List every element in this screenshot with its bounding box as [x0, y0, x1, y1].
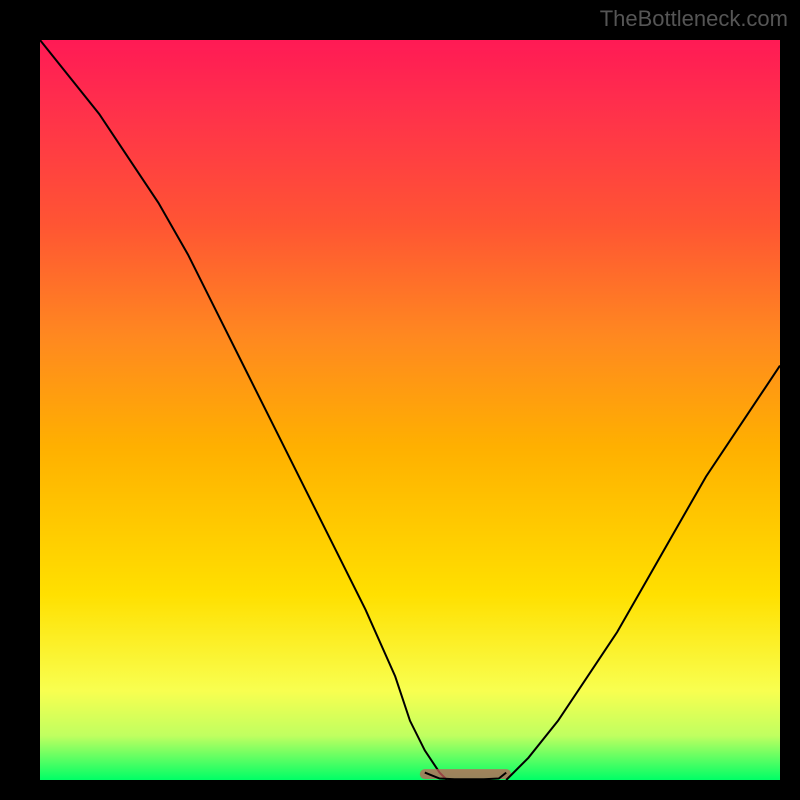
chart-canvas — [40, 40, 780, 780]
chart-svg — [40, 40, 780, 780]
curve-right-ascent — [506, 366, 780, 780]
watermark-text: TheBottleneck.com — [600, 6, 788, 32]
curve-left-descent — [40, 40, 447, 780]
